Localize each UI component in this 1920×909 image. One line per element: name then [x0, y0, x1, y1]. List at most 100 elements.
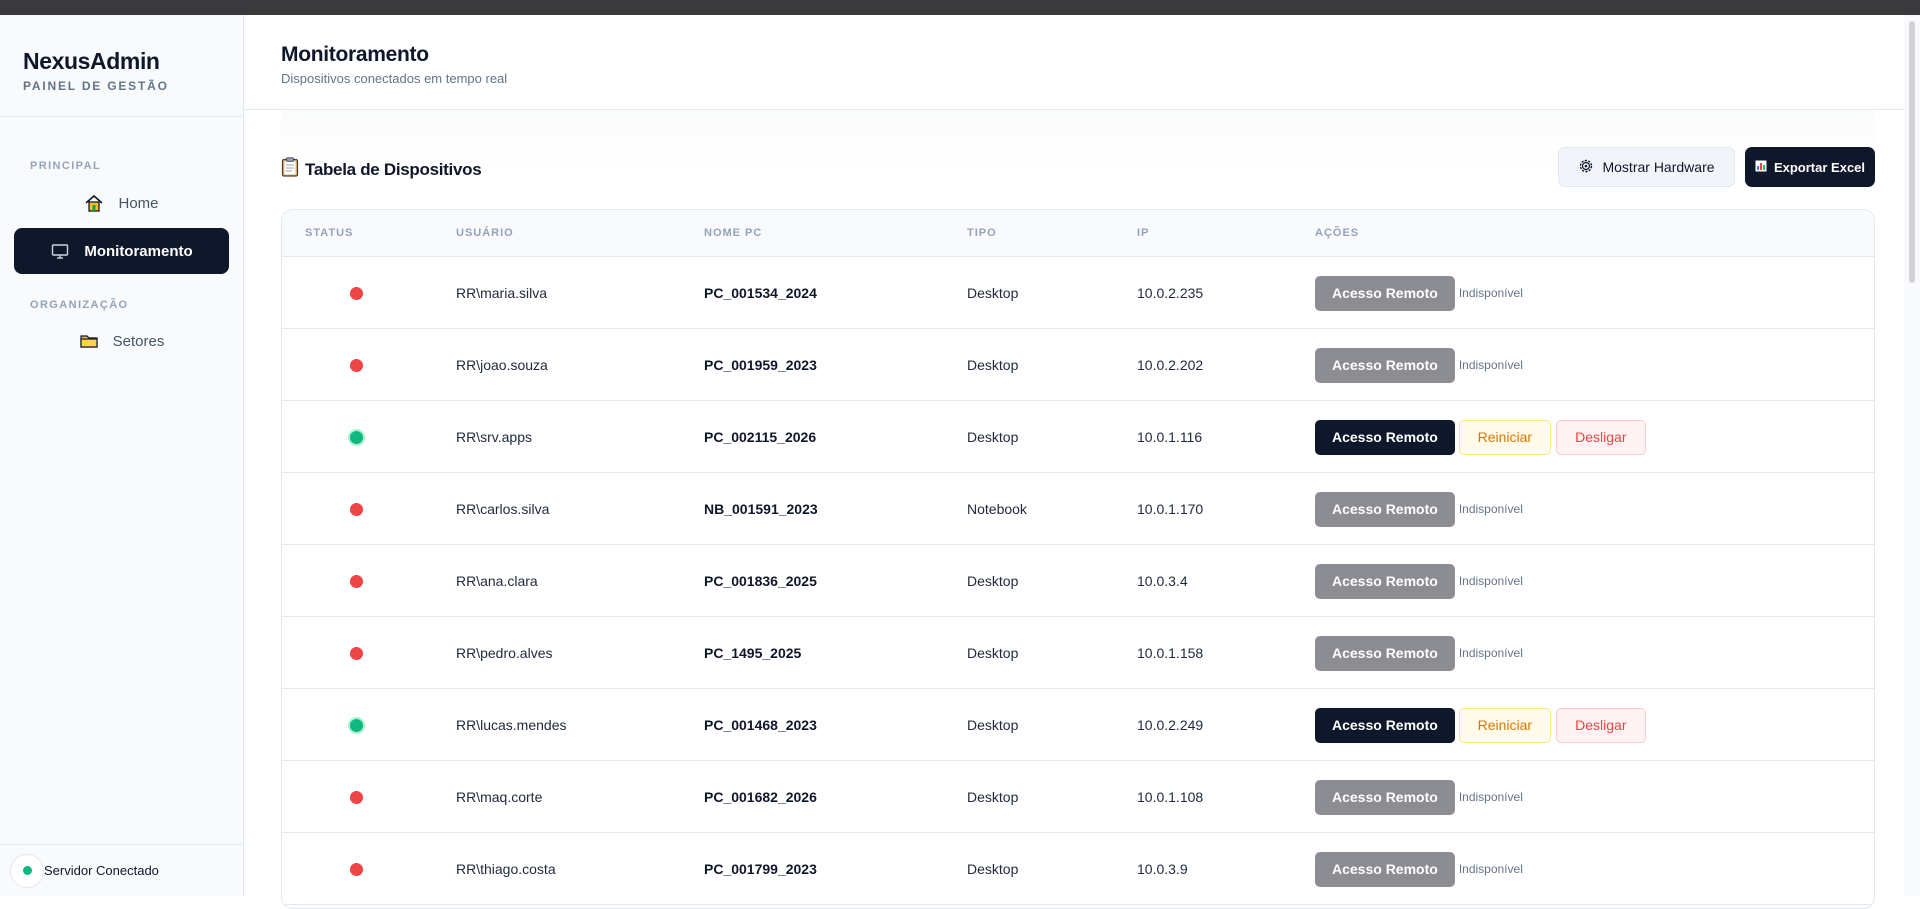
status-dot-icon [22, 866, 32, 875]
scrollbar-thumb[interactable] [1909, 21, 1915, 283]
table-row: RR\maria.silva PC_001534_2024 Desktop 10.0.… [282, 257, 1874, 329]
table-row: RR\thiago.costa PC_001799_2023 Desktop 10.0… [282, 833, 1874, 905]
unavailable-label: Indisponível [1458, 862, 1523, 876]
column-header-actions: AÇÕES [1315, 227, 1360, 239]
user-cell: RR\pedro.alves [456, 645, 553, 661]
sidebar-item-label: Monitoramento [84, 242, 193, 260]
pc-name-cell: PC_001468_2023 [704, 717, 817, 733]
status-cell [350, 329, 363, 401]
restart-button[interactable]: Reiniciar [1458, 707, 1551, 743]
offline-status-icon [350, 358, 363, 372]
ip-cell: 10.0.1.116 [1137, 429, 1203, 445]
type-cell: Desktop [967, 285, 1019, 301]
table-toolbar: Tabela de Dispositivos Mostrar Hardware … [281, 147, 1875, 187]
status-cell [350, 401, 363, 473]
remote-access-button[interactable]: Acesso Remoto [1315, 419, 1455, 455]
status-cell [350, 473, 363, 545]
actions-cell: Acesso Remoto Indisponível [1315, 833, 1523, 905]
pc-name-cell: PC_001799_2023 [704, 861, 817, 877]
status-cell [350, 257, 363, 329]
actions-cell: Acesso Remoto Indisponível [1315, 257, 1523, 329]
ip-cell: 10.0.1.108 [1137, 789, 1204, 805]
remote-access-button: Acesso Remoto [1315, 851, 1455, 887]
sidebar-item-home[interactable]: Home [14, 180, 229, 226]
actions-cell: Acesso Remoto Indisponível [1315, 545, 1523, 617]
remote-access-button: Acesso Remoto [1315, 563, 1455, 599]
sidebar-item-monitoramento[interactable]: Monitoramento [14, 228, 229, 274]
nav-section-principal: PRINCIPAL [30, 160, 102, 172]
ip-cell: 10.0.2.202 [1137, 357, 1204, 373]
pc-name-cell: PC_001959_2023 [704, 357, 817, 373]
status-cell [350, 761, 363, 833]
ip-cell: 10.0.3.4 [1137, 573, 1188, 589]
page-scrollbar[interactable] [1904, 15, 1920, 896]
export-excel-button[interactable]: Exportar Excel [1745, 147, 1875, 187]
offline-status-icon [350, 286, 363, 300]
status-cell [350, 689, 363, 761]
type-cell: Desktop [967, 789, 1019, 805]
chart-icon [1755, 160, 1767, 175]
table-row: RR\ana.clara PC_001836_2025 Desktop 10.0.3.… [282, 545, 1874, 617]
page-title: Monitoramento [281, 43, 429, 66]
actions-cell: Acesso Remoto Reiniciar Desligar [1315, 689, 1646, 761]
server-status-label: Servidor Conectado [44, 863, 159, 878]
ip-cell: 10.0.2.235 [1137, 285, 1204, 301]
table-body: RR\maria.silva PC_001534_2024 Desktop 10.0.… [282, 257, 1874, 905]
type-cell: Desktop [967, 861, 1019, 877]
ip-cell: 10.0.2.249 [1137, 717, 1204, 733]
restart-button[interactable]: Reiniciar [1458, 419, 1551, 455]
table-row: RR\srv.apps PC_002115_2026 Desktop 10.0.1.1… [282, 401, 1874, 473]
offline-status-icon [350, 502, 363, 516]
offline-status-icon [350, 574, 363, 588]
offline-status-icon [350, 862, 363, 876]
table-row: RR\maq.corte PC_001682_2026 Desktop 10.0.1.… [282, 761, 1874, 833]
remote-access-button[interactable]: Acesso Remoto [1315, 707, 1455, 743]
sidebar-item-setores[interactable]: Setores [14, 318, 229, 364]
devices-table: STATUS USUÁRIO NOME PC TIPO IP AÇÕES RR\… [281, 209, 1875, 909]
table-title-label: Tabela de Dispositivos [305, 159, 482, 179]
column-header-status: STATUS [305, 227, 354, 239]
pc-name-cell: PC_1495_2025 [704, 645, 802, 661]
main-content: Monitoramento Dispositivos conectados em… [244, 15, 1904, 909]
remote-access-button: Acesso Remoto [1315, 347, 1455, 383]
column-header-type: TIPO [967, 227, 997, 239]
offline-status-icon [350, 790, 363, 804]
table-header: STATUS USUÁRIO NOME PC TIPO IP AÇÕES [282, 210, 1874, 257]
online-status-icon [350, 718, 363, 732]
unavailable-label: Indisponível [1458, 646, 1523, 660]
table-title: Tabela de Dispositivos [281, 157, 482, 182]
show-hardware-button[interactable]: Mostrar Hardware [1558, 147, 1735, 187]
unavailable-label: Indisponível [1458, 574, 1523, 588]
unavailable-label: Indisponível [1458, 358, 1523, 372]
ip-cell: 10.0.3.9 [1137, 861, 1188, 877]
user-cell: RR\lucas.mendes [456, 717, 567, 733]
remote-access-button: Acesso Remoto [1315, 275, 1455, 311]
offline-status-icon [350, 646, 363, 660]
type-cell: Desktop [967, 645, 1019, 661]
user-cell: RR\carlos.silva [456, 501, 550, 517]
home-icon [84, 193, 104, 213]
folder-icon [79, 331, 99, 351]
remote-access-button: Acesso Remoto [1315, 779, 1455, 815]
type-cell: Desktop [967, 717, 1019, 733]
actions-cell: Acesso Remoto Indisponível [1315, 617, 1523, 689]
unavailable-label: Indisponível [1458, 790, 1523, 804]
shutdown-button[interactable]: Desligar [1555, 419, 1646, 455]
pc-name-cell: NB_001591_2023 [704, 501, 818, 517]
column-header-ip: IP [1137, 227, 1150, 239]
column-header-pc-name: NOME PC [704, 227, 763, 239]
status-cell [350, 545, 363, 617]
user-cell: RR\ana.clara [456, 573, 538, 589]
shutdown-button[interactable]: Desligar [1555, 707, 1646, 743]
page-subtitle: Dispositivos conectados em tempo real [281, 71, 508, 86]
type-cell: Notebook [967, 501, 1027, 517]
type-cell: Desktop [967, 429, 1019, 445]
actions-cell: Acesso Remoto Reiniciar Desligar [1315, 401, 1646, 473]
pc-name-cell: PC_001534_2024 [704, 285, 817, 301]
export-excel-label: Exportar Excel [1773, 159, 1866, 175]
remote-access-button: Acesso Remoto [1315, 491, 1455, 527]
server-status-indicator [10, 853, 44, 888]
actions-cell: Acesso Remoto Indisponível [1315, 329, 1523, 401]
table-row: RR\lucas.mendes PC_001468_2023 Desktop 10.0… [282, 689, 1874, 761]
pc-name-cell: PC_002115_2026 [704, 429, 817, 445]
